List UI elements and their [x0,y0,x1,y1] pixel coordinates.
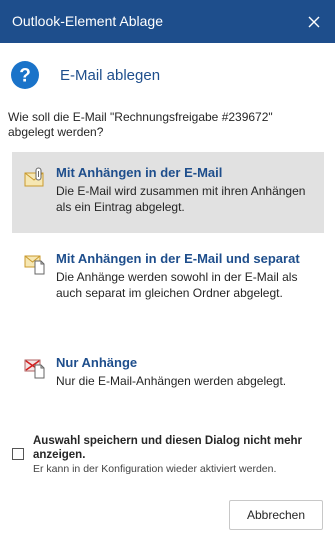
option-title: Mit Anhängen in der E-Mail und separat [56,251,300,266]
question-text: Wie soll die E-Mail "Rechnungsfreigabe #… [8,110,273,139]
title-bar: Outlook-Element Ablage [0,0,335,43]
option-description: Die E-Mail wird zusammen mit ihren Anhän… [56,184,306,214]
mail-separate-attachments-icon [24,255,45,275]
remember-checkbox[interactable] [12,448,24,460]
option-attachments-only[interactable]: Nur Anhänge Nur die E-Mail-Anhängen werd… [12,342,324,402]
attachments-only-icon [24,359,45,379]
dialog-header: ? E-Mail ablegen [10,60,160,90]
option-title: Mit Anhängen in der E-Mail [56,165,223,180]
remember-hint: Er kann in der Konfiguration wieder akti… [33,463,277,475]
remember-choice: Auswahl speichern und diesen Dialog nich… [12,434,327,476]
option-description: Nur die E-Mail-Anhängen werden abgelegt. [56,374,287,388]
window-title: Outlook-Element Ablage [12,13,163,29]
option-with-attachments-and-separate[interactable]: Mit Anhängen in der E-Mail und separat D… [12,238,324,333]
mail-attachment-icon [24,167,44,187]
question-icon: ? [11,61,39,89]
close-icon [308,16,319,27]
close-button[interactable] [292,0,335,43]
remember-label: Auswahl speichern und diesen Dialog nich… [33,435,303,461]
dialog-title: E-Mail ablegen [60,66,161,84]
cancel-button[interactable]: Abbrechen [229,500,323,530]
option-description: Die Anhänge werden sowohl in der E-Mail … [56,270,298,300]
svg-text:?: ? [19,66,31,87]
option-title: Nur Anhänge [56,355,138,370]
option-with-attachments[interactable]: Mit Anhängen in der E-Mail Die E-Mail wi… [12,152,324,233]
